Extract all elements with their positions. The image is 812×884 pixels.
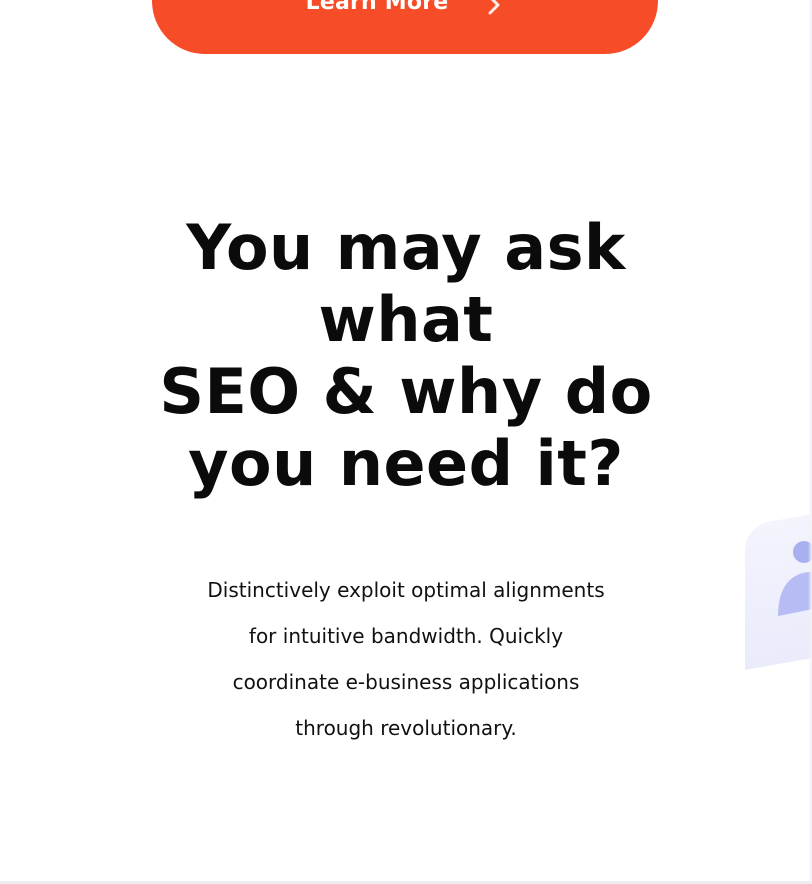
headline-line: you need it? xyxy=(188,427,624,500)
learn-more-button[interactable]: Learn More xyxy=(152,0,658,54)
person-illustration-icon xyxy=(768,532,812,624)
headline-line: You may ask xyxy=(186,211,626,284)
page: Learn More You may ask what SEO & why do… xyxy=(0,0,812,884)
headline-line: what xyxy=(318,283,494,356)
section-description: Distinctively exploit optimal alignments… xyxy=(170,567,642,751)
description-line: through revolutionary. xyxy=(295,716,517,740)
description-line: for intuitive bandwidth. Quickly xyxy=(248,624,564,648)
headline-line: SEO & why do xyxy=(159,355,653,428)
description-line: Distinctively exploit optimal alignments xyxy=(207,578,605,602)
description-line: coordinate e-business applications xyxy=(232,670,580,694)
page-edge-shadow xyxy=(808,0,812,884)
chevron-right-icon xyxy=(484,0,504,16)
learn-more-label: Learn More xyxy=(305,0,449,15)
section-headline: You may ask what SEO & why do you need i… xyxy=(120,212,692,500)
